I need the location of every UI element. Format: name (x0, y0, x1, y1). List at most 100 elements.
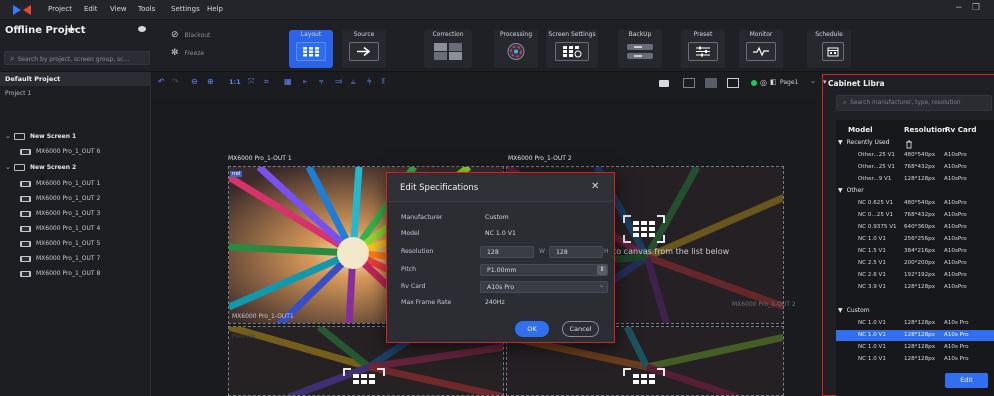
fit-icon[interactable]: ⤧ (248, 77, 254, 87)
blackout-button[interactable]: ⊘ Blackout (171, 30, 210, 40)
row-resolution: 128*128px (904, 176, 936, 182)
column-resolution[interactable]: Resolution (904, 125, 947, 134)
table-row[interactable]: NC 0.9375 V1 640*360px A10sPro (836, 222, 994, 233)
monitor-view-icon[interactable] (705, 78, 717, 88)
table-row[interactable]: NC 1.0 V1 128*128px A10s Pro (836, 342, 994, 353)
select-area-icon[interactable]: ⌗ (264, 77, 269, 87)
menu-project[interactable]: Project (48, 5, 72, 13)
table-row[interactable]: Other...25 V1 768*432px A10sPro (836, 162, 994, 173)
close-icon[interactable]: ✕ (591, 181, 599, 192)
row-rv-card: A10sPro (944, 176, 967, 182)
add-project-button[interactable]: + (66, 22, 77, 37)
grid-icon[interactable]: ▦ (284, 77, 292, 86)
column-rv-card[interactable]: Rv Card (945, 125, 977, 134)
table-row[interactable]: NC 2.5 V1 200*200px A10sPro (836, 258, 994, 269)
tree-screen-1[interactable]: ⌄ New Screen 1 (0, 130, 150, 144)
row-rv-card: A10sPro (944, 224, 967, 230)
align-top-icon[interactable]: ⫨ (351, 77, 356, 87)
pitch-input[interactable]: P1.00mm (480, 264, 608, 276)
freeze-label: Freeze (184, 50, 205, 57)
group-custom[interactable]: ▼ Custom (838, 307, 870, 314)
align-right-icon[interactable]: ⫥ (335, 77, 342, 87)
table-row[interactable]: NC 2.6 V1 192*192px A10sPro (836, 270, 994, 281)
tree-output[interactable]: MX6000 Pro_1_OUT 1 (0, 177, 150, 191)
rv-card-select[interactable]: A10s Pro (480, 281, 608, 293)
zoom-in-icon[interactable]: ⊕ (207, 77, 214, 86)
cancel-button[interactable]: Cancel (562, 321, 599, 337)
menu-help[interactable]: Help (207, 5, 223, 13)
undo-icon[interactable]: ↶ (158, 77, 165, 86)
distribute-v-icon[interactable]: ⫪ (381, 77, 386, 87)
row-rv-card: A10s Pro (944, 356, 969, 362)
maximize-button[interactable]: ❐ (972, 3, 980, 13)
table-row[interactable]: NC 1.5 V1 384*216px A10sPro (836, 246, 994, 257)
resolution-height-input[interactable]: 128 (549, 246, 603, 258)
tree-screen-2[interactable]: ⌄ New Screen 2 (0, 161, 150, 175)
tree-output[interactable]: MX6000 Pro_1_OUT 6 (0, 145, 150, 159)
menu-tools[interactable]: Tools (138, 5, 155, 13)
row-model: NC 0.625 V1 (858, 200, 894, 206)
tree-project-1[interactable]: Project 1 (5, 90, 31, 97)
resolution-height-unit: H (604, 248, 609, 255)
camera-icon[interactable] (659, 80, 669, 87)
row-resolution: 128*128px (904, 344, 936, 350)
table-row[interactable]: NC 1.0 V1 128*128px A10s Pro (836, 354, 994, 365)
pitch-stepper[interactable]: ⇕ (597, 265, 607, 275)
edit-button[interactable]: Edit (945, 373, 988, 388)
eye-icon[interactable]: ◎ (760, 78, 767, 87)
column-model[interactable]: Model (848, 125, 873, 134)
align-left-icon[interactable]: ⫦ (303, 77, 308, 87)
resolution-width-input[interactable]: 128 (480, 246, 534, 258)
tab-preset-label: Preset (693, 31, 713, 38)
align-center-icon[interactable]: ⫧ (319, 77, 324, 87)
tree-output[interactable]: MX6000 Pro_1_OUT 2 (0, 192, 150, 206)
visibility-icon[interactable] (138, 26, 146, 32)
tree-output[interactable]: MX6000 Pro_1_OUT 8 (0, 267, 150, 281)
table-row[interactable]: Other...25 V1 480*540px A10sPro (836, 150, 994, 161)
menu-edit[interactable]: Edit (84, 5, 98, 13)
group-recently-used[interactable]: ▼ Recently Used (838, 139, 890, 146)
table-row-selected[interactable]: NC 1.0 V1 128*128px A10s Pro (836, 330, 994, 341)
menu-settings[interactable]: Settings (171, 5, 200, 13)
row-rv-card: A10sPro (944, 272, 967, 278)
dialog-title: Edit Specifications (400, 183, 479, 193)
table-row[interactable]: NC 0...25 V1 768*432px A10sPro (836, 210, 994, 221)
chevron-down-icon[interactable]: ⌄ (5, 163, 11, 171)
ok-button[interactable]: OK (515, 321, 549, 337)
tree-output[interactable]: MX6000 Pro_1_OUT 5 (0, 237, 150, 251)
chevron-down-icon[interactable]: ⌄ (599, 282, 604, 289)
output-label: MX6000 Pro_1_OUT 4 (36, 225, 101, 232)
chevron-down-icon[interactable]: ⌄ (810, 77, 816, 85)
minimize-button[interactable]: − (955, 3, 963, 13)
group-other[interactable]: ▼ Other (838, 187, 864, 194)
chevron-down-icon[interactable]: ▾ (823, 78, 827, 86)
row-resolution: 128*128px (904, 320, 936, 326)
menu-view[interactable]: View (110, 5, 127, 13)
library-search-input[interactable]: ⌕ Search manufacturer, type, resolution (836, 95, 992, 111)
row-model: Other...9 V1 (858, 176, 892, 182)
window-icon[interactable] (727, 78, 739, 88)
manufacturer-value: Custom (485, 214, 509, 221)
tree-output[interactable]: MX6000 Pro_1_OUT 7 (0, 252, 150, 266)
tree-output[interactable]: MX6000 Pro_1_OUT 3 (0, 207, 150, 221)
zoom-out-icon[interactable]: ⊖ (191, 77, 198, 86)
freeze-button[interactable]: ✼ Freeze (171, 48, 204, 58)
project-search-input[interactable]: ⌕ Search by project, screen group, sc... (4, 51, 150, 65)
row-resolution: 480*540px (904, 152, 936, 158)
tab-backup-label: BackUp (628, 31, 652, 38)
layer-icon[interactable] (683, 78, 695, 88)
page-selector[interactable]: Page1 (780, 79, 798, 86)
table-row[interactable]: NC 1.0 V1 128*128px A10s Pro (836, 318, 994, 329)
table-row[interactable]: NC 1.0 V1 256*256px A10sPro (836, 234, 994, 245)
table-row[interactable]: NC 3.9 V1 128*128px A10sPro (836, 282, 994, 293)
tab-correction-label: Correction (432, 31, 464, 38)
trash-icon[interactable] (905, 140, 913, 149)
chevron-down-icon[interactable]: ⌄ (5, 132, 11, 140)
actual-size-button[interactable]: 1:1 (229, 78, 241, 86)
redo-icon[interactable]: ↷ (172, 77, 179, 86)
table-row[interactable]: Other...9 V1 128*128px A10sPro (836, 174, 994, 185)
tree-output[interactable]: MX6000 Pro_1_OUT 4 (0, 222, 150, 236)
table-row[interactable]: NC 0.625 V1 480*540px A10sPro (836, 198, 994, 209)
distribute-h-icon[interactable]: ⫩ (367, 77, 372, 87)
table-row[interactable] (836, 294, 994, 305)
